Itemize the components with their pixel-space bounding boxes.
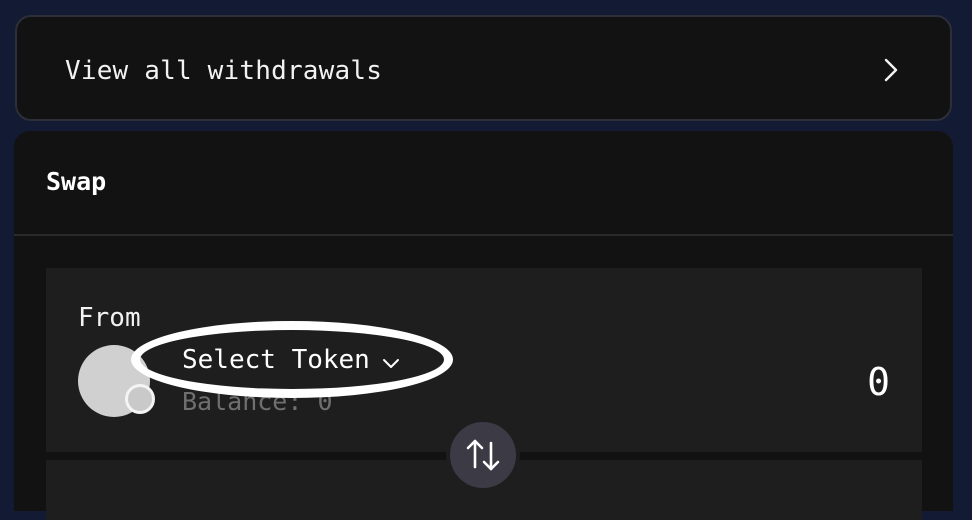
from-amount-input[interactable]: 0 bbox=[867, 360, 890, 404]
network-badge-icon bbox=[125, 384, 155, 414]
swap-arrows-icon bbox=[466, 439, 500, 471]
select-token-label: Select Token bbox=[182, 345, 370, 375]
chevron-right-icon bbox=[884, 58, 898, 82]
select-token-button[interactable]: Select Token bbox=[182, 341, 400, 379]
from-balance: Balance: 0 bbox=[182, 387, 333, 416]
swap-title: Swap bbox=[46, 167, 107, 196]
swap-card: Swap From Select Token Balance: 0 0 bbox=[14, 131, 953, 520]
swap-direction-button[interactable] bbox=[446, 418, 520, 492]
swap-divider bbox=[14, 234, 953, 236]
chevron-down-icon bbox=[382, 359, 399, 368]
view-withdrawals-row[interactable]: View all withdrawals bbox=[15, 15, 952, 121]
view-withdrawals-label: View all withdrawals bbox=[65, 56, 383, 86]
from-label: From bbox=[78, 303, 141, 333]
